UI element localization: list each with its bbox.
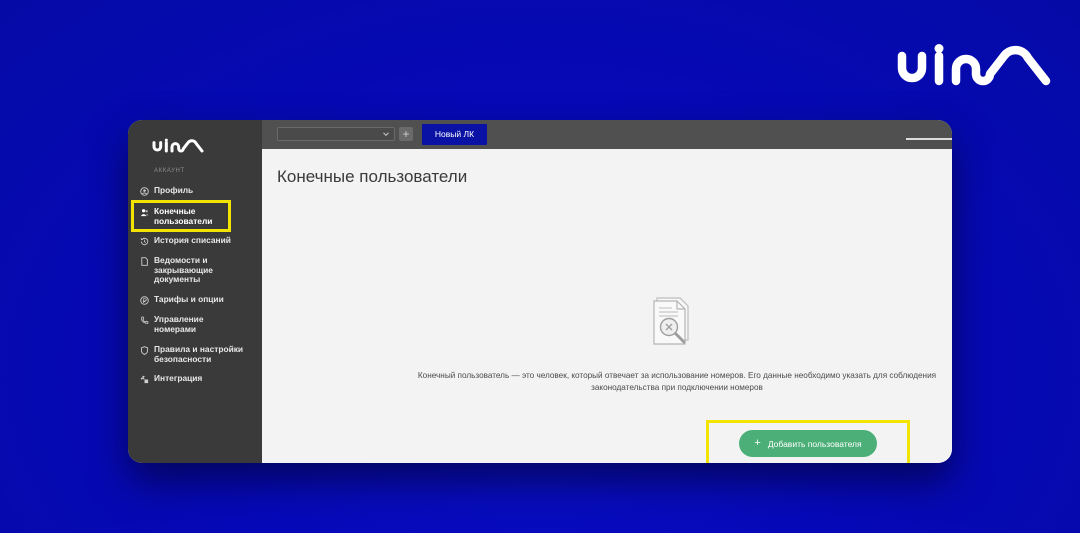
- sidebar-item-label: История списаний: [154, 235, 231, 245]
- document-search-icon: [653, 297, 689, 345]
- sidebar-item-profile[interactable]: Профиль: [140, 185, 258, 196]
- new-lk-button[interactable]: Новый ЛК: [422, 124, 487, 145]
- shield-icon: [140, 346, 149, 355]
- account-select[interactable]: [277, 127, 395, 141]
- page-title: Конечные пользователи: [277, 167, 468, 186]
- plus-icon: +: [754, 437, 761, 449]
- chevron-down-icon: [383, 132, 389, 137]
- add-user-button[interactable]: + Добавить пользователя: [739, 430, 877, 457]
- sidebar-item-label: Тарифы и опции: [154, 294, 224, 304]
- user-circle-icon: [140, 187, 149, 196]
- sidebar-item-label: Конечные пользователи: [154, 206, 213, 226]
- sidebar-item-security[interactable]: Правила и настройки безопасности: [140, 344, 258, 364]
- sidebar-item-label: Правила и настройки безопасности: [154, 344, 244, 364]
- tariff-icon: [140, 296, 149, 305]
- add-button[interactable]: +: [399, 127, 413, 141]
- sidebar-item-label: Ведомости и закрывающие документы: [154, 255, 213, 285]
- integration-icon: [140, 375, 149, 384]
- sidebar-item-label: Профиль: [154, 185, 194, 195]
- uis-logo: [897, 44, 1051, 86]
- phone-icon: [141, 316, 149, 324]
- menu-line: [906, 138, 952, 140]
- sidebar-item-end-users[interactable]: Конечные пользователи: [140, 206, 220, 226]
- main-content: Конечные пользователи Конечный пользоват…: [262, 149, 952, 463]
- app-window: АККАУНТ Профиль Конечные пользователи Ис…: [128, 120, 952, 463]
- sidebar-item-documents[interactable]: Ведомости и закрывающие документы: [140, 255, 220, 285]
- document-icon: [141, 257, 148, 266]
- history-icon: [140, 237, 149, 246]
- uis-logo: [152, 138, 204, 153]
- sidebar: АККАУНТ Профиль Конечные пользователи Ис…: [128, 120, 262, 463]
- sidebar-item-integration[interactable]: Интеграция: [140, 373, 258, 384]
- users-icon: [140, 209, 149, 217]
- sidebar-item-numbers[interactable]: Управление номерами: [140, 314, 210, 334]
- add-user-button-label: Добавить пользователя: [767, 438, 862, 449]
- sidebar-item-label: Интеграция: [154, 373, 203, 383]
- top-bar: + Новый ЛК: [262, 120, 952, 149]
- sidebar-item-label: Управление номерами: [154, 314, 204, 334]
- empty-state-description: Конечный пользователь — это человек, кот…: [417, 371, 937, 392]
- sidebar-item-history[interactable]: История списаний: [140, 235, 258, 246]
- sidebar-section-label: АККАУНТ: [154, 168, 185, 174]
- sidebar-item-tariffs[interactable]: Тарифы и опции: [140, 294, 258, 305]
